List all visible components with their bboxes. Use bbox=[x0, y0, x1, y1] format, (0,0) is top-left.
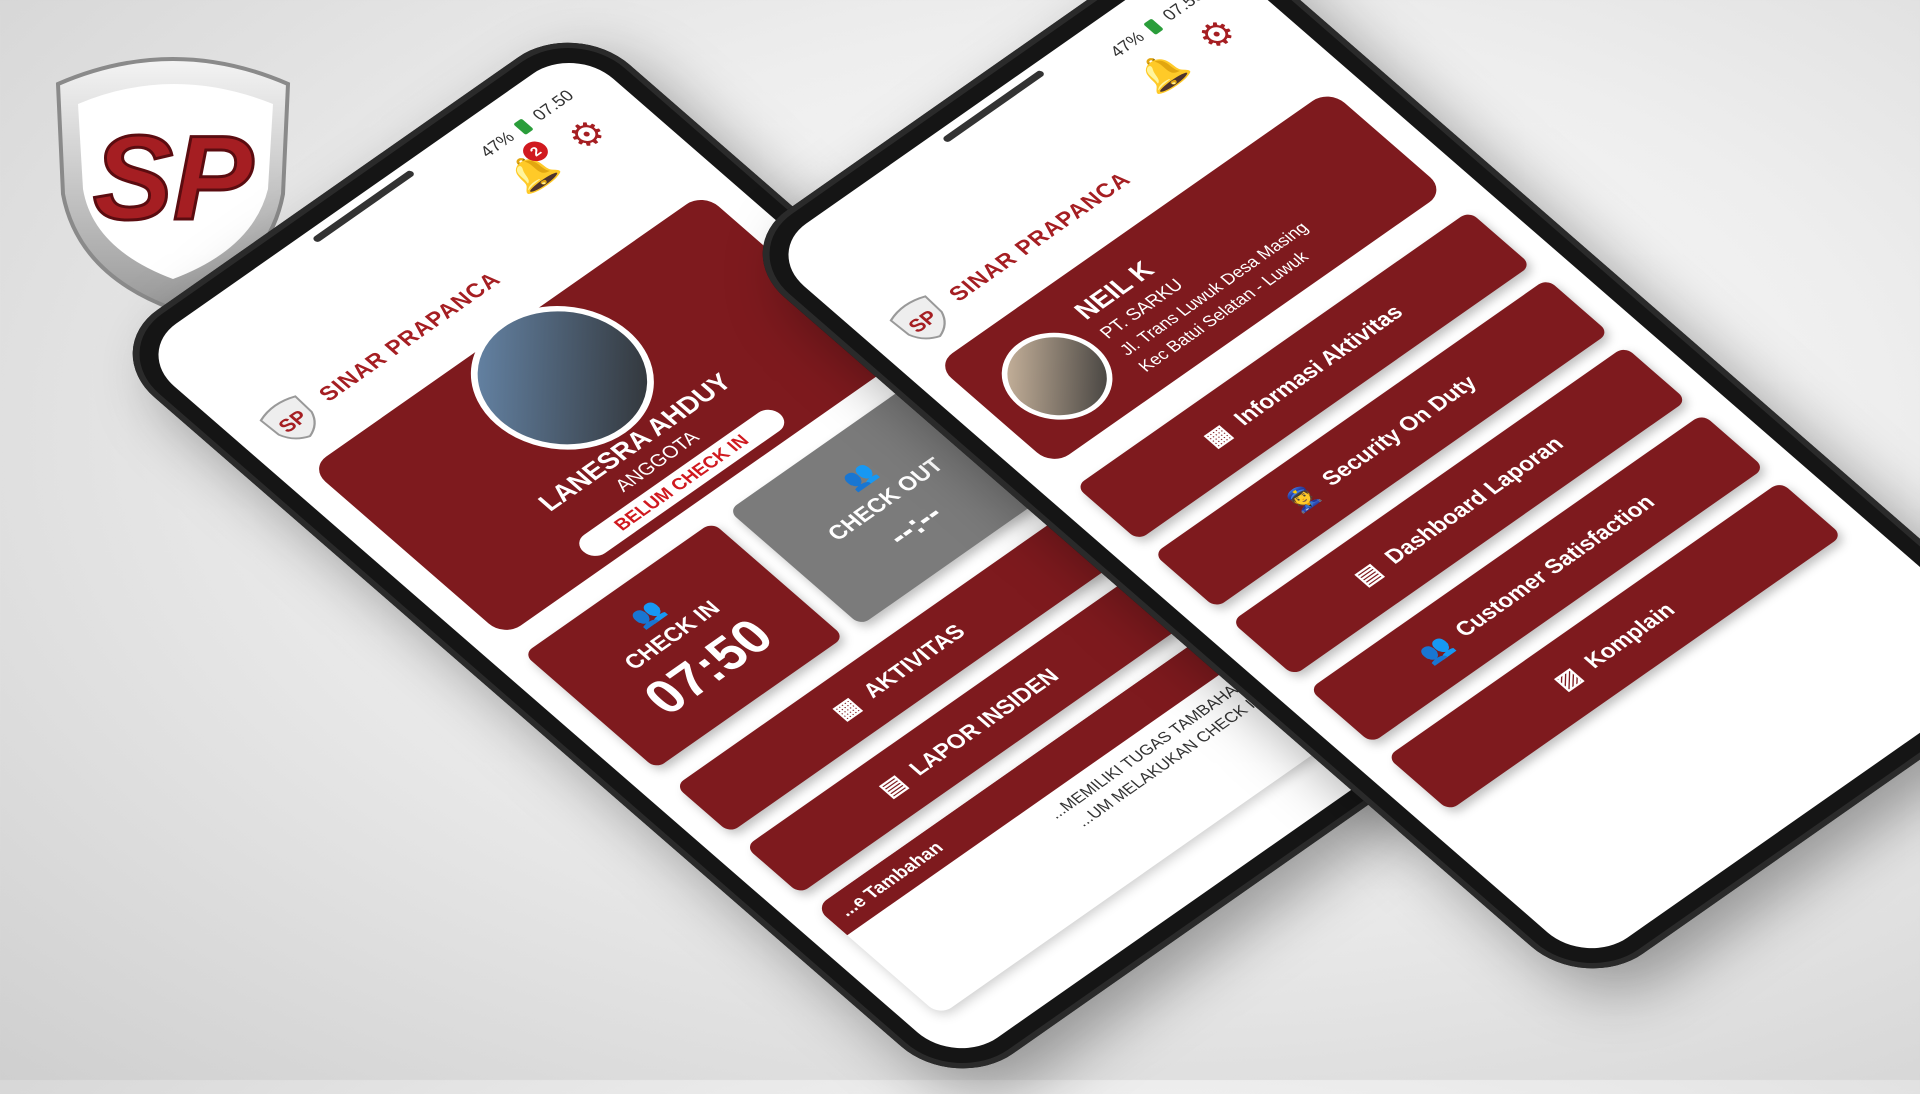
battery-text: 47% bbox=[475, 128, 519, 161]
battery-text: 47% bbox=[1105, 28, 1149, 61]
guard-icon: 👮 bbox=[1279, 480, 1326, 517]
complaint-icon: ▨ bbox=[1548, 663, 1588, 695]
menu-aktivitas-label: AKTIVITAS bbox=[857, 619, 971, 703]
customer-icon: 👥 bbox=[1412, 631, 1459, 668]
info-icon: ▦ bbox=[1197, 420, 1238, 452]
gear-icon[interactable]: ⚙ bbox=[1184, 8, 1251, 60]
profile-address-1: Jl. Trans Luwuk Desa Masing bbox=[1115, 218, 1313, 360]
activity-icon: ▦ bbox=[826, 693, 867, 725]
app-logo-icon: SP bbox=[889, 295, 946, 340]
battery-icon bbox=[513, 118, 535, 135]
app-logo-icon: SP bbox=[259, 395, 316, 440]
bell-icon[interactable]: 🔔 2 bbox=[498, 137, 567, 199]
speaker bbox=[941, 69, 1046, 144]
battery-icon bbox=[1143, 18, 1165, 35]
speaker bbox=[311, 169, 416, 244]
logo-text: SP bbox=[93, 111, 254, 245]
gear-icon[interactable]: ⚙ bbox=[554, 108, 621, 160]
menu-label: Komplain bbox=[1578, 598, 1681, 673]
bell-icon[interactable]: 🔔 bbox=[1128, 46, 1197, 99]
notif-badge: 2 bbox=[517, 137, 554, 166]
dashboard-icon: ▤ bbox=[1348, 558, 1389, 591]
report-icon: ▤ bbox=[873, 770, 913, 802]
